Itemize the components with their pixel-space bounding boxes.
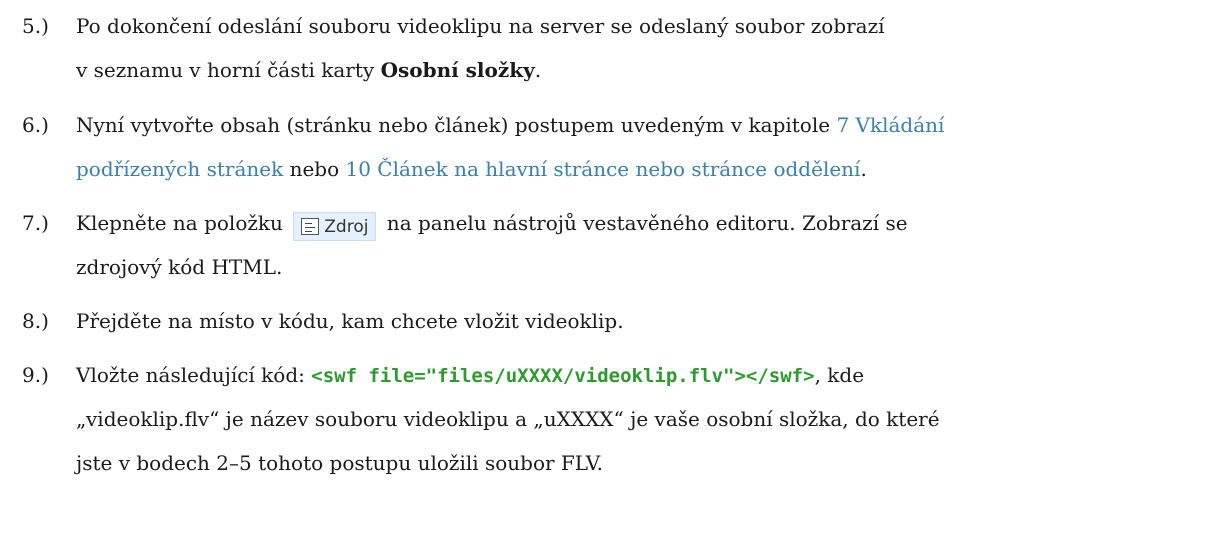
source-button[interactable]: Zdroj (293, 212, 377, 241)
chapter-7-link[interactable]: 7 Vkládání (836, 113, 944, 137)
source-icon (301, 218, 320, 235)
step-number: 5.) (22, 14, 49, 38)
step-text: Po dokončení odeslání souboru videoklipu… (76, 14, 885, 38)
step-text: v seznamu v horní části karty Osobní slo… (76, 58, 542, 82)
step-text: Klepněte na položku Zdroj na panelu nást… (76, 205, 908, 241)
step-number: 8.) (22, 309, 49, 333)
step-text: zdrojový kód HTML. (76, 255, 283, 279)
step-text: Nyní vytvořte obsah (stránku nebo článek… (76, 113, 945, 137)
source-button-label: Zdroj (324, 216, 369, 237)
step-text: Vložte následující kód: <swf file="files… (76, 363, 865, 387)
step-number: 6.) (22, 113, 49, 137)
code-snippet: <swf file="files/uXXXX/videoklip.flv"></… (311, 365, 815, 387)
chapter-7-link-cont[interactable]: podřízených stránek (76, 157, 283, 181)
step-text: podřízených stránek nebo 10 Článek na hl… (76, 157, 867, 181)
step-number: 7.) (22, 211, 49, 235)
step-text: jste v bodech 2–5 tohoto postupu uložili… (76, 451, 604, 475)
step-text: Přejděte na místo v kódu, kam chcete vlo… (76, 309, 624, 333)
step-number: 9.) (22, 363, 49, 387)
chapter-10-link[interactable]: 10 Článek na hlavní stránce nebo stránce… (346, 157, 861, 181)
step-text: „videoklip.flv“ je název souboru videokl… (76, 407, 940, 431)
bold-term: Osobní složky (380, 58, 535, 82)
document-page: 5.) Po dokončení odeslání souboru videok… (0, 0, 1220, 542)
